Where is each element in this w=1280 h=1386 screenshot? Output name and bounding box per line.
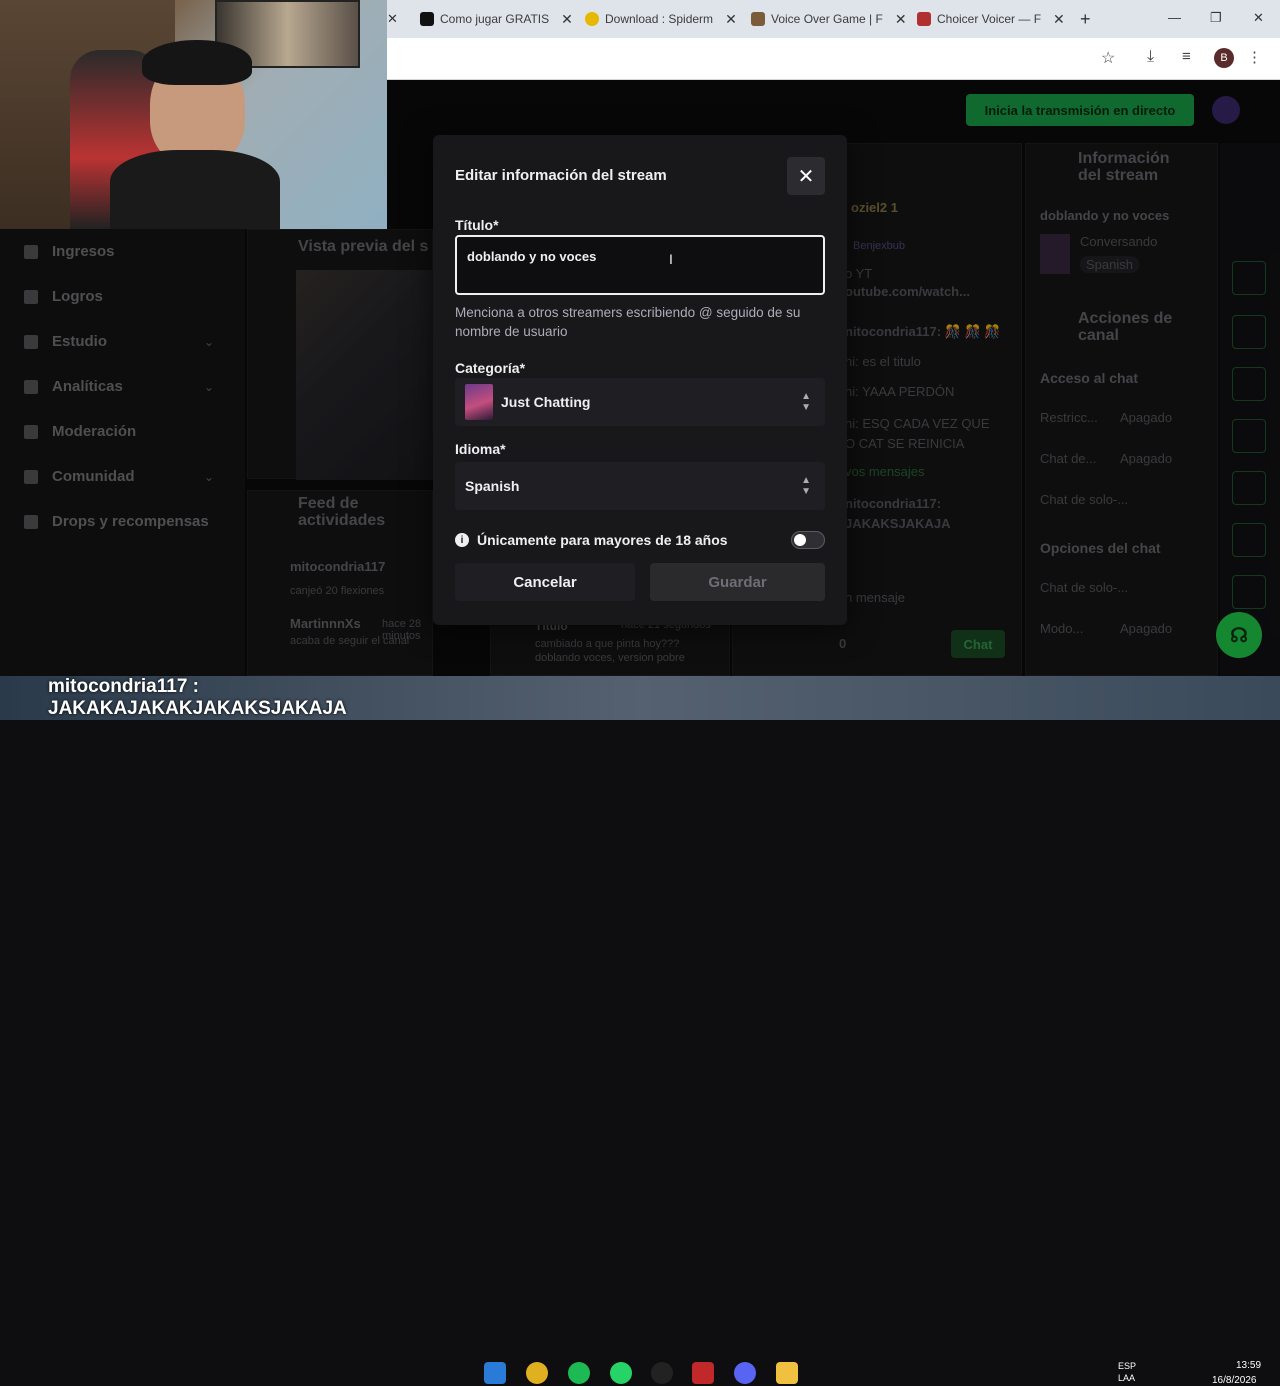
webcam-overlay: [0, 0, 387, 229]
folder-icon[interactable]: [776, 1362, 798, 1384]
new-tab-button[interactable]: +: [1080, 9, 1091, 30]
browser-toolbar: ☆ ⤓ ≡ B ⋮: [387, 38, 1280, 80]
page-icon: [917, 12, 931, 26]
tab-label: Como jugar GRATIS: [440, 12, 550, 26]
window-close-icon[interactable]: ✕: [1253, 10, 1264, 26]
browser-tab[interactable]: Voice Over Game | F ✕: [751, 6, 907, 32]
streamer-shirt: [110, 150, 280, 229]
category-label: Categoría*: [455, 360, 526, 376]
text-cursor-icon: I: [669, 251, 673, 267]
more-menu-icon[interactable]: ⋮: [1247, 48, 1262, 66]
tab-close-icon[interactable]: ✕: [1053, 11, 1065, 28]
language-label: Idioma*: [455, 441, 506, 457]
browser-tab[interactable]: Como jugar GRATIS ✕: [420, 6, 573, 32]
tab-close-icon[interactable]: ✕: [561, 11, 573, 28]
category-thumbnail: [465, 384, 493, 420]
mature-toggle[interactable]: [791, 531, 825, 549]
profile-avatar[interactable]: B: [1214, 48, 1234, 68]
language-select[interactable]: Spanish ▲ ▼: [455, 462, 825, 510]
maximize-icon[interactable]: ❐: [1210, 10, 1222, 26]
whatsapp-icon[interactable]: [610, 1362, 632, 1384]
language-value: Spanish: [465, 478, 520, 494]
clock-time[interactable]: 13:59: [1236, 1360, 1261, 1371]
title-input[interactable]: doblando y no voces: [455, 235, 825, 295]
modal-title: Editar información del stream: [455, 167, 667, 184]
mature-label: Únicamente para mayores de 18 años: [477, 532, 728, 548]
tab-label: Voice Over Game | F: [771, 12, 883, 26]
page-icon: [751, 12, 765, 26]
mature-content-row: i Únicamente para mayores de 18 años: [455, 529, 825, 551]
select-caret-icon: ▲ ▼: [801, 391, 811, 413]
bookmark-star-icon[interactable]: ☆: [1101, 48, 1115, 68]
tab-close-icon[interactable]: ✕: [387, 11, 398, 27]
spotify-icon[interactable]: [568, 1362, 590, 1384]
chrome-icon[interactable]: [526, 1362, 548, 1384]
streamer-hair: [142, 40, 252, 85]
download-icon[interactable]: ⤓: [1147, 48, 1154, 66]
browser-tab[interactable]: Download : Spiderm ✕: [585, 6, 737, 32]
title-help-text: Menciona a otros streamers escribiendo @…: [455, 305, 801, 339]
category-select[interactable]: Just Chatting ▲ ▼: [455, 378, 825, 426]
title-label: Título*: [455, 217, 499, 233]
media-icon[interactable]: ≡: [1182, 48, 1191, 65]
tiktok-icon: [420, 12, 434, 26]
select-caret-icon: ▲ ▼: [801, 475, 811, 497]
close-icon[interactable]: ✕: [787, 157, 825, 195]
voicemeeter-icon[interactable]: [692, 1362, 714, 1384]
chat-ticker-overlay: mitocondria117 : JAKAKAJAKAKJAKAKSJAKAJA: [48, 676, 347, 719]
browser-tab-strip: ✕ Como jugar GRATIS ✕ Download : Spiderm…: [387, 0, 1280, 38]
browser-tab[interactable]: Choicer Voicer — F ✕: [917, 6, 1065, 32]
tab-label: Choicer Voicer — F: [937, 12, 1042, 26]
keyboard-language[interactable]: ESP LAA: [1118, 1360, 1136, 1384]
clock-date[interactable]: 16/8/2026: [1212, 1375, 1257, 1386]
windows-start-icon[interactable]: [484, 1362, 506, 1384]
discord-icon[interactable]: [734, 1362, 756, 1384]
category-value: Just Chatting: [501, 394, 591, 410]
tab-close-icon[interactable]: ✕: [895, 11, 907, 28]
tab-label: Download : Spiderm: [605, 12, 714, 26]
save-button[interactable]: Guardar: [650, 563, 825, 601]
info-icon: i: [455, 533, 469, 547]
cancel-button[interactable]: Cancelar: [455, 563, 635, 601]
minimize-icon[interactable]: —: [1168, 10, 1181, 25]
edit-stream-info-modal: Editar información del stream ✕ Título* …: [433, 135, 847, 625]
tab-close-icon[interactable]: ✕: [725, 11, 737, 28]
obs-icon[interactable]: [651, 1362, 673, 1384]
banana-icon: [585, 12, 599, 26]
